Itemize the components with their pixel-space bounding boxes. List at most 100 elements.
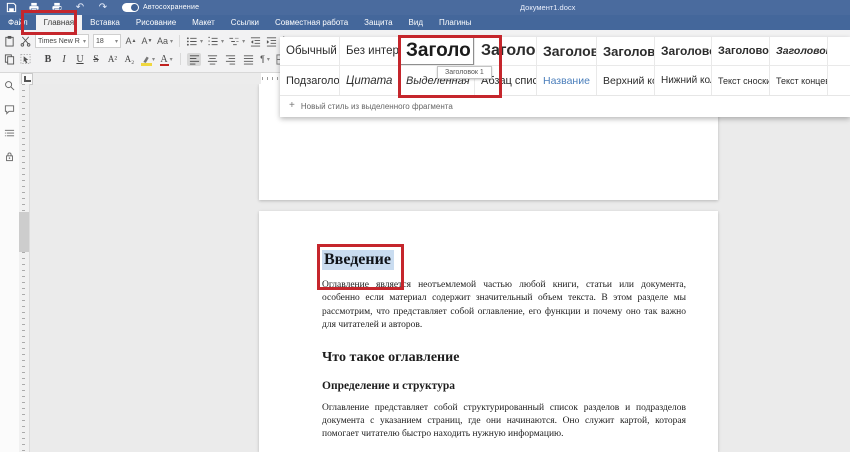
toolbar-row-2: B I U S A² A₂ ▾ A ▾ [3,52,287,66]
tab-protection[interactable]: Защита [356,15,400,30]
font-name-select[interactable]: Times New R▾ [35,34,89,48]
style-heading-2[interactable]: Заголов [475,37,537,66]
change-case-icon[interactable]: Aa▾ [157,35,173,48]
styles-row-1: Обычный Без интерва Заголо Заголов Загол… [280,37,850,66]
bullet-list-icon[interactable]: ▾ [186,35,203,48]
decrease-font-icon[interactable]: A▼ [141,35,153,48]
doc-paragraph-2[interactable]: Оглавление представляет собой структурир… [322,402,686,442]
highlight-color-bar [141,63,152,66]
align-center-button[interactable] [205,53,219,66]
chevron-down-icon: ▾ [115,38,118,45]
lock-icon[interactable] [4,151,15,162]
underline-button[interactable]: U [74,53,86,66]
redo-icon[interactable]: ↷ [96,2,110,14]
select-all-icon[interactable] [19,53,31,66]
align-justify-button[interactable] [241,53,255,66]
style-cell-partial[interactable] [828,66,850,95]
menu-bar: Файл Главная Вставка Рисование Макет Ссы… [0,15,850,30]
print-icon[interactable] [27,2,41,14]
italic-button[interactable]: I [58,53,70,66]
autosave-label: Автосохранение [143,4,199,11]
doc-paragraph-1[interactable]: Оглавление является неотъемлемой частью … [322,279,686,333]
doc-heading-introduction[interactable]: Введение [322,251,686,269]
style-cell-partial[interactable] [828,37,850,66]
copy-icon[interactable] [3,53,15,66]
tab-collaboration[interactable]: Совместная работа [267,15,356,30]
navigation-headings-icon[interactable] [4,128,15,139]
style-header[interactable]: Верхний кол [597,66,655,95]
autosave-toggle[interactable] [122,3,139,12]
style-footnote-text[interactable]: Текст сноски [712,66,770,95]
style-heading-6[interactable]: Заголовок ( [712,37,770,66]
plus-icon: + [289,101,295,111]
tab-home[interactable]: Главная [36,15,82,30]
horizontal-ruler-ticks[interactable] [261,72,280,84]
app-window: ↶ ↷ Автосохранение Документ1.docx Файл Г… [0,0,850,452]
document-page-2[interactable]: Введение Оглавление является неотъемлемо… [259,211,718,452]
quick-print-icon[interactable] [50,2,64,14]
style-subtitle[interactable]: Подзаголов [280,66,340,95]
font-size-value: 18 [96,38,104,45]
selected-text[interactable]: Введение [322,250,394,270]
undo-icon[interactable]: ↶ [73,2,87,14]
tab-insert[interactable]: Вставка [82,15,128,30]
highlight-color-icon[interactable]: ▾ [140,53,155,66]
style-heading-1[interactable]: Заголо [400,37,475,66]
tab-file[interactable]: Файл [0,15,36,30]
style-heading-4[interactable]: Заголово [597,37,655,66]
style-quote[interactable]: Цитата [340,66,400,95]
font-color-bar [160,64,169,66]
horizontal-ruler[interactable] [19,72,280,84]
styles-row-2: Подзаголов Цитата Выделенная Абзац списк… [280,66,850,95]
style-heading-7[interactable]: Заголовок [770,37,828,66]
paragraph-marks-icon[interactable]: ¶▾ [259,53,271,66]
increase-font-icon[interactable]: A▲ [125,35,137,48]
doc-heading-definition[interactable]: Определение и структура [322,380,686,392]
new-style-label: Новый стиль из выделенного фрагмента [301,102,453,111]
search-icon[interactable] [4,80,15,91]
multilevel-list-icon[interactable]: ▾ [228,35,245,48]
superscript-button[interactable]: A² [106,53,119,66]
toolbar-divider [180,53,181,65]
style-heading-3[interactable]: Заголовс [537,37,597,66]
style-heading-5[interactable]: Заголовок [655,37,712,66]
vertical-ruler-margin-zone [19,212,29,252]
tab-references[interactable]: Ссылки [223,15,267,30]
style-title[interactable]: Название [537,66,597,95]
tab-layout[interactable]: Макет [184,15,223,30]
vertical-ruler[interactable] [19,84,30,452]
toolbar-row-1: Times New R▾ 18▾ A▲ A▼ Aa▾ ▾ ▾ ▾ [3,34,293,48]
document-title: Документ1.docx [520,3,575,12]
comments-icon[interactable] [4,104,15,115]
align-left-button[interactable] [187,53,201,66]
chevron-down-icon: ▾ [83,38,86,45]
document-content: Введение Оглавление является неотъемлемо… [322,211,686,442]
style-no-spacing[interactable]: Без интерва [340,37,400,66]
tab-plugins[interactable]: Плагины [431,15,479,30]
font-name-value: Times New R [38,38,80,45]
tab-draw[interactable]: Рисование [128,15,184,30]
font-size-select[interactable]: 18 ▾ [93,34,121,48]
increase-indent-icon[interactable] [265,35,277,48]
new-style-button[interactable]: + Новый стиль из выделенного фрагмента [280,95,850,116]
style-endnote-text[interactable]: Текст концев [770,66,828,95]
style-tooltip: Заголовок 1 [437,66,492,79]
paste-icon[interactable] [3,35,15,48]
style-footer[interactable]: Нижний кол [655,66,712,95]
tab-view[interactable]: Вид [401,15,431,30]
subscript-button[interactable]: A₂ [123,53,136,66]
doc-heading-what-is-toc[interactable]: Что такое оглавление [322,350,686,366]
style-normal[interactable]: Обычный [280,37,340,66]
toolbar-divider [179,35,180,47]
left-sidebar [0,72,20,452]
title-bar: ↶ ↷ Автосохранение Документ1.docx [0,0,850,15]
decrease-indent-icon[interactable] [249,35,261,48]
cut-icon[interactable] [19,35,31,48]
font-color-icon[interactable]: A ▾ [159,53,174,66]
numbered-list-icon[interactable]: ▾ [207,35,224,48]
save-icon[interactable] [4,2,18,14]
bold-button[interactable]: B [42,53,54,66]
styles-gallery-panel: Обычный Без интерва Заголо Заголов Загол… [280,37,850,117]
align-right-button[interactable] [223,53,237,66]
strikeout-button[interactable]: S [90,53,102,66]
